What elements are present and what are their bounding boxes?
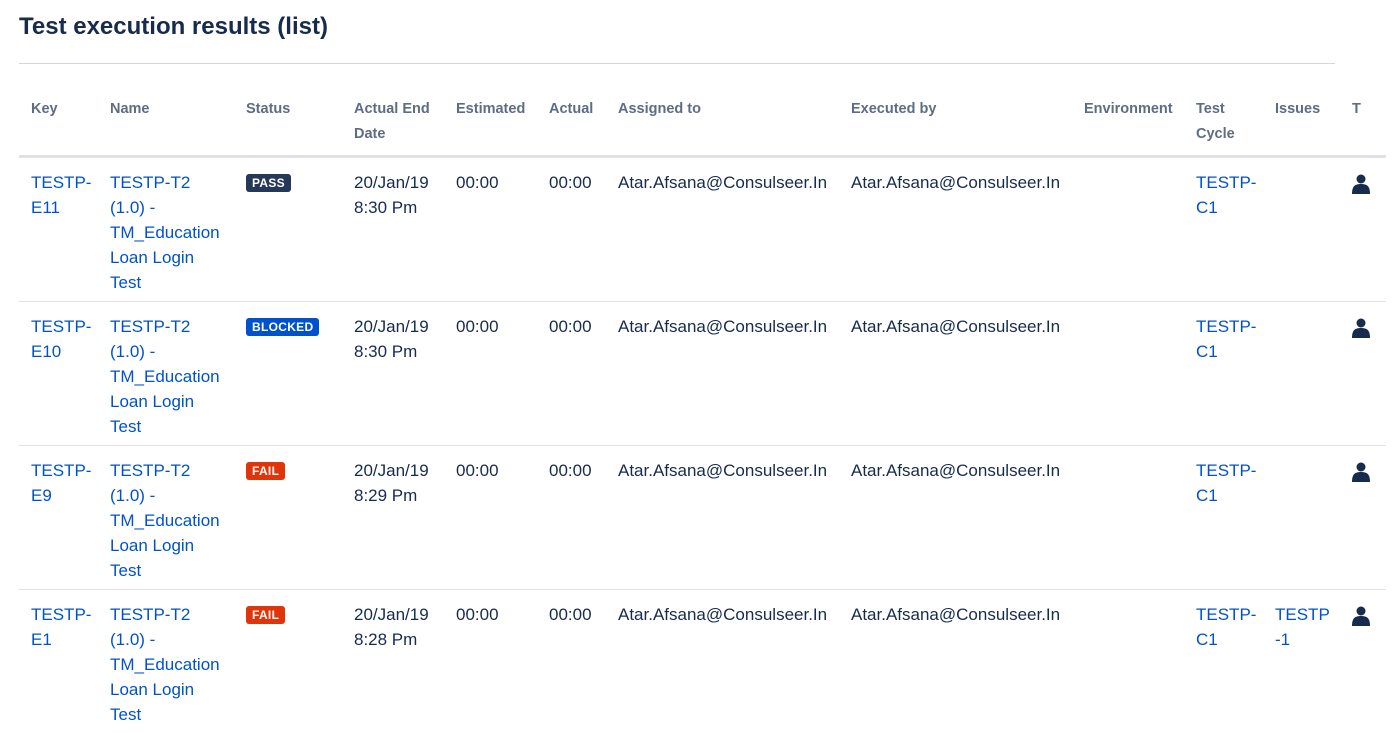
environment-cell <box>1072 590 1184 733</box>
test-case-link[interactable]: TESTP-T2 (1.0) - TM_Education Loan Login… <box>110 605 220 724</box>
column-header-name[interactable]: Name <box>98 92 234 158</box>
title-divider <box>19 63 1335 64</box>
table-header-row: Key Name Status Actual End Date Estimate… <box>19 92 1386 158</box>
end-date-cell: 20/Jan/19 8:28 Pm <box>354 605 429 649</box>
user-icon[interactable] <box>1352 174 1370 201</box>
issue-link[interactable]: TESTP-1 <box>1275 605 1330 649</box>
estimated-cell: 00:00 <box>444 445 537 590</box>
status-badge: FAIL <box>246 606 286 624</box>
executed-cell: Atar.Afsana@Consulseer.In <box>839 445 1072 590</box>
test-cycle-link[interactable]: TESTP-C1 <box>1196 317 1256 361</box>
estimated-cell: 00:00 <box>456 605 499 624</box>
column-header-t[interactable]: T <box>1340 92 1386 158</box>
estimated-cell: 00:00 <box>444 156 537 302</box>
table-row: TESTP-E11 TESTP-T2 (1.0) - TM_Education … <box>19 156 1386 302</box>
page-title: Test execution results (list) <box>19 13 328 40</box>
test-case-link[interactable]: TESTP-T2 (1.0) - TM_Education Loan Login… <box>110 461 220 580</box>
user-icon[interactable] <box>1352 462 1370 489</box>
column-header-estimated[interactable]: Estimated <box>444 92 537 158</box>
assigned-cell: Atar.Afsana@Consulseer.In <box>606 301 839 446</box>
execution-key-link[interactable]: TESTP-E10 <box>31 317 91 361</box>
status-badge: PASS <box>246 174 291 192</box>
status-badge: BLOCKED <box>246 318 320 336</box>
assigned-cell: Atar.Afsana@Consulseer.In <box>606 156 839 302</box>
execution-key-link[interactable]: TESTP-E9 <box>31 461 91 505</box>
execution-key-link[interactable]: TESTP-E1 <box>31 605 91 649</box>
executed-cell: Atar.Afsana@Consulseer.In <box>839 301 1072 446</box>
assigned-cell: Atar.Afsana@Consulseer.In <box>618 605 828 624</box>
end-date-cell: 20/Jan/19 8:30 Pm <box>342 301 444 446</box>
executed-cell: Atar.Afsana@Consulseer.In <box>851 605 1061 624</box>
table-row: TESTP-E10 TESTP-T2 (1.0) - TM_Education … <box>19 301 1386 446</box>
column-header-key[interactable]: Key <box>19 92 98 158</box>
environment-cell <box>1072 301 1184 446</box>
test-cycle-link[interactable]: TESTP-C1 <box>1196 461 1256 505</box>
column-header-end-date[interactable]: Actual End Date <box>342 92 444 158</box>
environment-cell <box>1072 156 1184 302</box>
user-icon[interactable] <box>1352 318 1370 345</box>
user-icon[interactable] <box>1352 606 1370 633</box>
actual-cell: 00:00 <box>537 445 606 590</box>
executed-cell: Atar.Afsana@Consulseer.In <box>839 156 1072 302</box>
execution-results-table: Key Name Status Actual End Date Estimate… <box>19 92 1386 733</box>
end-date-cell: 20/Jan/19 8:29 Pm <box>342 445 444 590</box>
execution-key-link[interactable]: TESTP-E11 <box>31 173 91 217</box>
table-row: TESTP-E1 TESTP-T2 (1.0) - TM_Education L… <box>19 590 1386 733</box>
actual-cell: 00:00 <box>537 301 606 446</box>
actual-cell: 00:00 <box>549 605 592 624</box>
column-header-executed[interactable]: Executed by <box>839 92 1072 158</box>
column-header-actual[interactable]: Actual <box>537 92 606 158</box>
status-badge: FAIL <box>246 462 286 480</box>
column-header-issues[interactable]: Issues <box>1263 92 1340 158</box>
column-header-status[interactable]: Status <box>234 92 342 158</box>
column-header-environment[interactable]: Environment <box>1072 92 1184 158</box>
environment-cell <box>1072 445 1184 590</box>
column-header-assigned[interactable]: Assigned to <box>606 92 839 158</box>
test-case-link[interactable]: TESTP-T2 (1.0) - TM_Education Loan Login… <box>110 173 220 292</box>
test-case-link[interactable]: TESTP-T2 (1.0) - TM_Education Loan Login… <box>110 317 220 436</box>
assigned-cell: Atar.Afsana@Consulseer.In <box>606 445 839 590</box>
column-header-cycle[interactable]: Test Cycle <box>1184 92 1263 158</box>
test-cycle-link[interactable]: TESTP-C1 <box>1196 605 1256 649</box>
test-cycle-link[interactable]: TESTP-C1 <box>1196 173 1256 217</box>
actual-cell: 00:00 <box>537 156 606 302</box>
end-date-cell: 20/Jan/19 8:30 Pm <box>342 156 444 302</box>
estimated-cell: 00:00 <box>444 301 537 446</box>
table-row: TESTP-E9 TESTP-T2 (1.0) - TM_Education L… <box>19 445 1386 590</box>
